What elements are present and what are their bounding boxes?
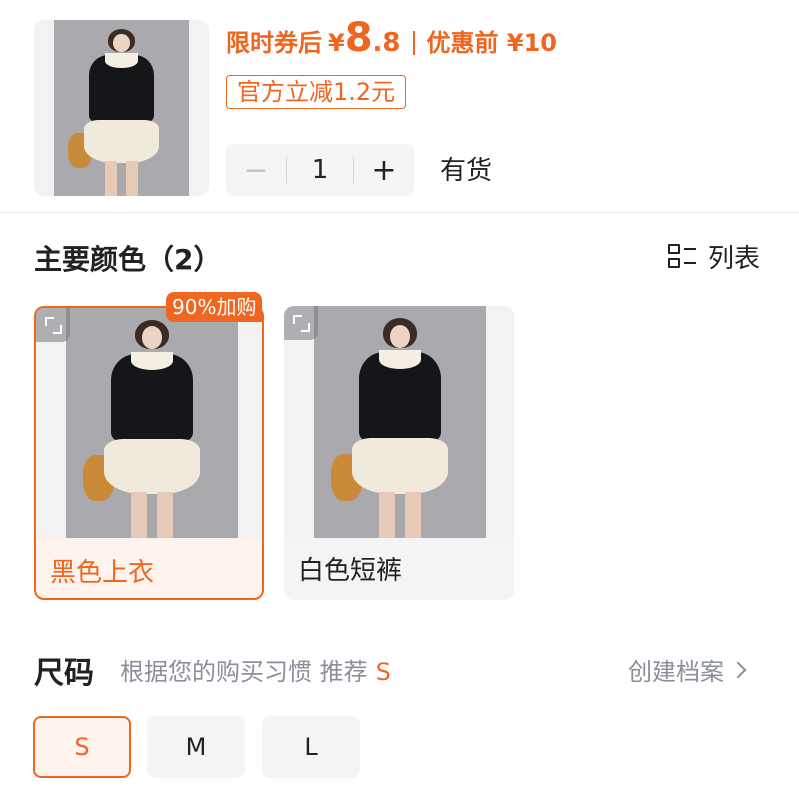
size-option-l[interactable]: L — [262, 716, 360, 778]
quantity-value[interactable]: 1 — [286, 157, 354, 183]
recommended-size: S — [375, 658, 391, 686]
list-view-toggle[interactable]: 列表 — [668, 238, 760, 275]
list-toggle-label: 列表 — [708, 244, 761, 274]
color-option-label: 黑色上衣 — [50, 558, 155, 588]
currency-symbol: ¥ — [328, 29, 345, 57]
quantity-stepper: − 1 + — [226, 144, 414, 196]
popularity-badge: 90%加购 — [166, 292, 263, 322]
decrease-button[interactable]: − — [226, 153, 286, 188]
size-option-s[interactable]: S — [33, 716, 131, 778]
price-integer: 8 — [344, 15, 373, 61]
color-option-photo — [314, 306, 486, 538]
expand-icon[interactable] — [36, 308, 70, 342]
create-profile-link[interactable]: 创建档案 — [628, 652, 747, 687]
price-prefix: 限时券后 — [226, 29, 322, 57]
product-thumbnail[interactable] — [34, 20, 209, 196]
color-option-white-shorts[interactable]: 白色短裤 — [284, 306, 514, 600]
size-recommendation: 根据您的购买习惯 推荐 S — [120, 652, 391, 687]
increase-button[interactable]: + — [354, 153, 414, 188]
size-section-title: 尺码 — [34, 656, 94, 691]
price-line: 限时券后 ¥ 8 .8 优惠前 ¥10 — [226, 18, 557, 68]
color-option-black-top[interactable]: 黑色上衣 — [34, 306, 264, 600]
chevron-right-icon — [729, 661, 747, 678]
color-option-photo — [66, 308, 238, 538]
list-icon — [668, 243, 696, 270]
product-photo — [54, 20, 189, 196]
color-option-label: 白色短裤 — [298, 556, 403, 586]
price-separator — [412, 31, 415, 55]
section-divider — [0, 212, 799, 213]
size-option-m[interactable]: M — [147, 716, 245, 778]
size-hint-text: 根据您的购买习惯 推荐 — [120, 658, 368, 686]
expand-icon[interactable] — [284, 306, 318, 340]
price-decimal: .8 — [372, 28, 401, 58]
stock-status: 有货 — [440, 156, 493, 186]
create-profile-label: 创建档案 — [628, 658, 724, 686]
original-price: 优惠前 ¥10 — [426, 29, 557, 57]
color-section-title: 主要颜色（2） — [34, 243, 222, 276]
discount-tag: 官方立减1.2元 — [226, 75, 407, 109]
